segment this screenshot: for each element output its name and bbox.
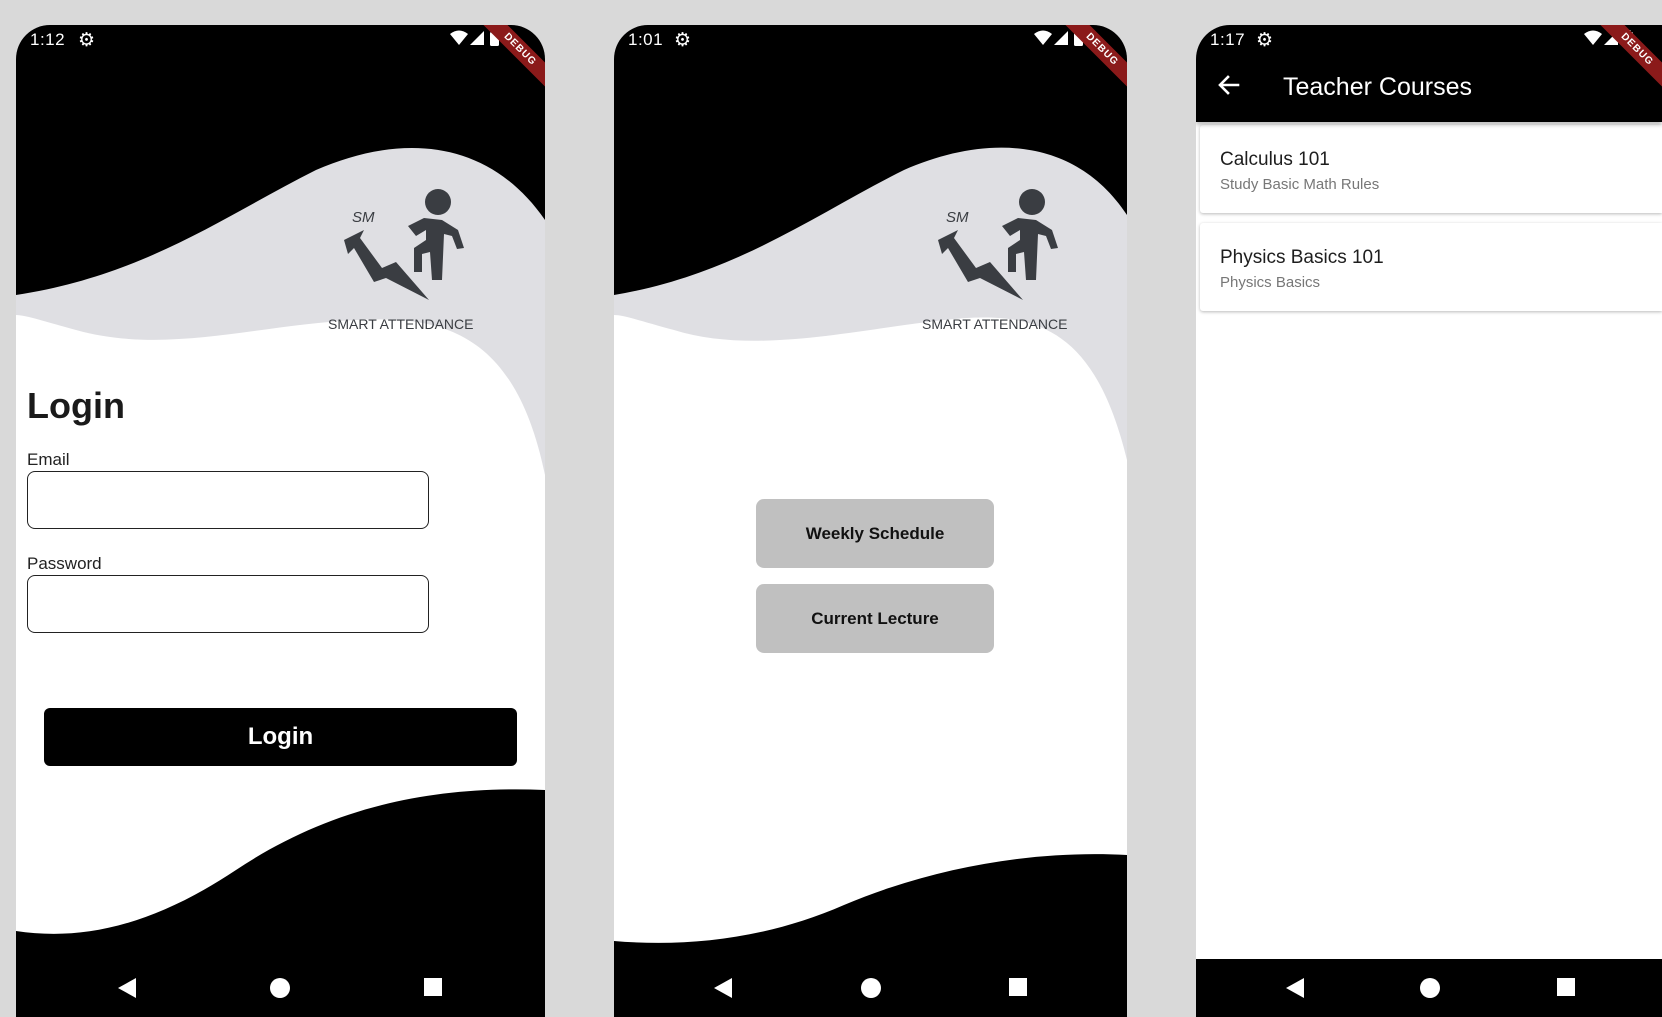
debug-banner: DEBUG: [465, 25, 545, 105]
runner-head-icon: [1019, 189, 1045, 215]
password-field[interactable]: [27, 575, 429, 633]
course-title: Calculus 101: [1220, 149, 1330, 170]
page-title: Login: [27, 385, 125, 426]
page-title: Teacher Courses: [1283, 73, 1472, 101]
app-logo: SM SMART ATTENDANCE: [328, 189, 473, 332]
logo-monogram: SM: [946, 209, 969, 226]
password-label: Password: [27, 554, 102, 573]
course-card-calculus[interactable]: Calculus 101 Study Basic Math Rules: [1200, 125, 1662, 213]
app-logo: SM SMART ATTENDANCE: [922, 189, 1067, 332]
triangle-back-icon[interactable]: [1284, 977, 1308, 999]
arrow-left-icon[interactable]: [1218, 75, 1240, 95]
course-subtitle: Study Basic Math Rules: [1220, 176, 1380, 193]
gear-icon: ⚙: [78, 30, 96, 51]
course-subtitle: Physics Basics: [1220, 274, 1321, 291]
gear-icon: ⚙: [1256, 30, 1274, 51]
square-recents-icon[interactable]: [1008, 977, 1028, 997]
current-lecture-button[interactable]: Current Lecture: [756, 584, 994, 653]
logo-name: SMART ATTENDANCE: [922, 316, 1067, 332]
logo-monogram: SM: [352, 209, 375, 226]
triangle-back-icon[interactable]: [116, 977, 140, 999]
nav-bar: [1196, 959, 1662, 1017]
gear-icon: ⚙: [674, 30, 692, 51]
circle-home-icon[interactable]: [1419, 977, 1441, 999]
weekly-schedule-button[interactable]: Weekly Schedule: [756, 499, 994, 568]
course-title: Physics Basics 101: [1220, 247, 1384, 268]
courses-screen: 1:17 ⚙ DEBUG Teacher Courses Calculus 10…: [1196, 25, 1662, 1017]
triangle-back-icon[interactable]: [712, 977, 736, 999]
nav-bar: [16, 959, 545, 1017]
email-field[interactable]: [27, 471, 429, 529]
email-label: Email: [27, 450, 70, 469]
login-button[interactable]: Login: [44, 708, 517, 766]
course-list: Calculus 101 Study Basic Math Rules Phys…: [1200, 125, 1662, 321]
circle-home-icon[interactable]: [269, 977, 291, 999]
logo-name: SMART ATTENDANCE: [328, 316, 473, 332]
login-screen: 1:12 ⚙ DEBUG SM SMART ATTENDANCE Login E…: [16, 25, 545, 1017]
nav-bar: [614, 959, 1127, 1017]
menu-screen: 1:01 ⚙ DEBUG SM SMART ATTENDANCE Weekly …: [614, 25, 1127, 1017]
course-card-physics[interactable]: Physics Basics 101 Physics Basics: [1200, 223, 1662, 311]
runner-head-icon: [425, 189, 451, 215]
debug-banner: DEBUG: [1047, 25, 1127, 105]
square-recents-icon[interactable]: [423, 977, 443, 997]
runner-body-icon: [1002, 218, 1058, 280]
debug-banner: DEBUG: [1582, 25, 1662, 105]
circle-home-icon[interactable]: [860, 977, 882, 999]
square-recents-icon[interactable]: [1556, 977, 1576, 997]
status-time: 1:01: [628, 30, 664, 49]
status-time: 1:12: [30, 30, 66, 49]
status-time: 1:17: [1210, 30, 1246, 49]
runner-body-icon: [408, 218, 464, 280]
